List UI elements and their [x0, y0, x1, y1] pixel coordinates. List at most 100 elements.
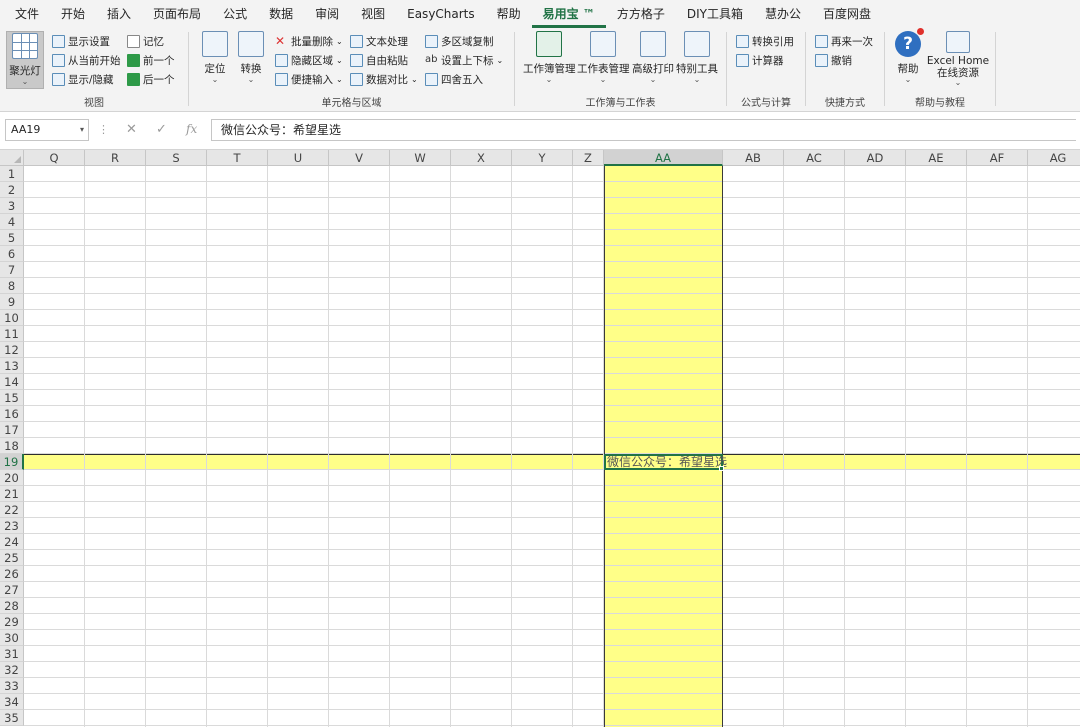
free-paste-button[interactable]: 自由粘贴: [350, 51, 408, 69]
name-box[interactable]: AA19 ▾: [5, 119, 89, 141]
spotlight-button[interactable]: 聚光灯 ⌄: [6, 31, 44, 89]
column-header-w[interactable]: W: [390, 150, 451, 166]
row-header[interactable]: 10: [0, 310, 24, 326]
menu-tab[interactable]: 视图: [350, 0, 396, 28]
remember-button[interactable]: 记忆: [127, 32, 164, 50]
column-header-aa[interactable]: AA: [604, 150, 723, 166]
from-current-button[interactable]: 从当前开始: [52, 51, 121, 69]
round-button[interactable]: 四舍五入: [425, 70, 483, 88]
text-process-button[interactable]: 文本处理: [350, 32, 408, 50]
super-sub-button[interactable]: ab 设置上下标 ⌄: [425, 51, 503, 69]
column-header-ab[interactable]: AB: [723, 150, 784, 166]
row-header[interactable]: 15: [0, 390, 24, 406]
formula-input[interactable]: 微信公众号：希望星选: [211, 119, 1076, 141]
menu-tab[interactable]: 易用宝 ™: [531, 0, 606, 28]
row-header[interactable]: 34: [0, 694, 24, 710]
column-header-r[interactable]: R: [85, 150, 146, 166]
menu-tab[interactable]: 文件: [4, 0, 50, 28]
select-all-button[interactable]: [0, 150, 24, 166]
row-header[interactable]: 23: [0, 518, 24, 534]
row-header[interactable]: 4: [0, 214, 24, 230]
calculator-button[interactable]: 计算器: [736, 51, 784, 69]
row-header[interactable]: 14: [0, 374, 24, 390]
hide-area-button[interactable]: 隐藏区域 ⌄: [275, 51, 343, 69]
row-header[interactable]: 24: [0, 534, 24, 550]
row-header[interactable]: 21: [0, 486, 24, 502]
row-header[interactable]: 16: [0, 406, 24, 422]
next-button[interactable]: 后一个: [127, 70, 175, 88]
row-header[interactable]: 27: [0, 582, 24, 598]
batch-delete-button[interactable]: ✕ 批量删除 ⌄: [275, 32, 343, 50]
column-header-ag[interactable]: AG: [1028, 150, 1080, 166]
special-tools-button[interactable]: 特别工具 ⌄: [675, 31, 719, 84]
menu-tab[interactable]: 帮助: [486, 0, 532, 28]
adv-print-button[interactable]: 高级打印 ⌄: [631, 31, 675, 84]
row-header[interactable]: 5: [0, 230, 24, 246]
column-header-x[interactable]: X: [451, 150, 512, 166]
menu-tab[interactable]: EasyCharts: [396, 0, 486, 28]
menu-tab[interactable]: DIY工具箱: [676, 0, 754, 28]
workbook-mgmt-button[interactable]: 工作簿管理 ⌄: [523, 31, 576, 84]
row-header[interactable]: 18: [0, 438, 24, 454]
row-header[interactable]: 20: [0, 470, 24, 486]
undo-button[interactable]: 撤销: [815, 51, 852, 69]
menu-tab[interactable]: 慧办公: [754, 0, 812, 28]
help-button[interactable]: ? 帮助 ⌄: [887, 28, 929, 84]
row-header[interactable]: 22: [0, 502, 24, 518]
column-header-q[interactable]: Q: [24, 150, 85, 166]
row-header[interactable]: 11: [0, 326, 24, 342]
row-header[interactable]: 17: [0, 422, 24, 438]
convert-button[interactable]: 转换 ⌄: [229, 31, 273, 84]
row-header[interactable]: 25: [0, 550, 24, 566]
row-header[interactable]: 26: [0, 566, 24, 582]
row-header[interactable]: 3: [0, 198, 24, 214]
menu-tab[interactable]: 审阅: [304, 0, 350, 28]
row-header[interactable]: 9: [0, 294, 24, 310]
convert-ref-button[interactable]: 转换引用: [736, 32, 794, 50]
column-header-ac[interactable]: AC: [784, 150, 845, 166]
row-header[interactable]: 8: [0, 278, 24, 294]
row-header[interactable]: 33: [0, 678, 24, 694]
column-header-y[interactable]: Y: [512, 150, 573, 166]
column-header-t[interactable]: T: [207, 150, 268, 166]
redo-button[interactable]: 再来一次: [815, 32, 873, 50]
menu-tab[interactable]: 数据: [258, 0, 304, 28]
enter-entry-button[interactable]: ✓: [156, 122, 167, 137]
menu-tab[interactable]: 公式: [212, 0, 258, 28]
row-header[interactable]: 29: [0, 614, 24, 630]
row-header[interactable]: 31: [0, 646, 24, 662]
column-header-ad[interactable]: AD: [845, 150, 906, 166]
column-header-af[interactable]: AF: [967, 150, 1028, 166]
row-header[interactable]: 7: [0, 262, 24, 278]
row-header[interactable]: 28: [0, 598, 24, 614]
menu-tab[interactable]: 开始: [50, 0, 96, 28]
sheet-mgmt-button[interactable]: 工作表管理 ⌄: [577, 31, 630, 84]
menu-tab[interactable]: 百度网盘: [812, 0, 882, 28]
data-compare-button[interactable]: 数据对比 ⌄: [350, 70, 418, 88]
column-header-ae[interactable]: AE: [906, 150, 967, 166]
drag-handle-icon[interactable]: ⋮: [98, 123, 109, 136]
row-header[interactable]: 6: [0, 246, 24, 262]
show-hide-button[interactable]: 显示/隐藏: [52, 70, 114, 88]
row-header[interactable]: 19: [0, 454, 24, 470]
row-header[interactable]: 12: [0, 342, 24, 358]
row-header[interactable]: 1: [0, 166, 24, 182]
column-header-z[interactable]: Z: [573, 150, 604, 166]
multi-copy-button[interactable]: 多区域复制: [425, 32, 494, 50]
column-header-v[interactable]: V: [329, 150, 390, 166]
menu-tab[interactable]: 方方格子: [606, 0, 676, 28]
display-settings-button[interactable]: 显示设置: [52, 32, 110, 50]
row-header[interactable]: 2: [0, 182, 24, 198]
column-header-s[interactable]: S: [146, 150, 207, 166]
row-header[interactable]: 13: [0, 358, 24, 374]
insert-function-button[interactable]: fx: [186, 122, 197, 136]
fill-handle[interactable]: [719, 466, 724, 471]
worksheet-grid[interactable]: 微信公众号：希望星选 Q R S T U V W X Y Z AA AB AC AD AE AF AG 1234…: [0, 150, 1080, 727]
row-header[interactable]: 30: [0, 630, 24, 646]
quick-input-button[interactable]: 便捷输入 ⌄: [275, 70, 343, 88]
cancel-entry-button[interactable]: ✕: [126, 122, 137, 137]
prev-button[interactable]: 前一个: [127, 51, 175, 69]
row-header[interactable]: 32: [0, 662, 24, 678]
menu-tab[interactable]: 插入: [96, 0, 142, 28]
row-header[interactable]: 35: [0, 710, 24, 726]
